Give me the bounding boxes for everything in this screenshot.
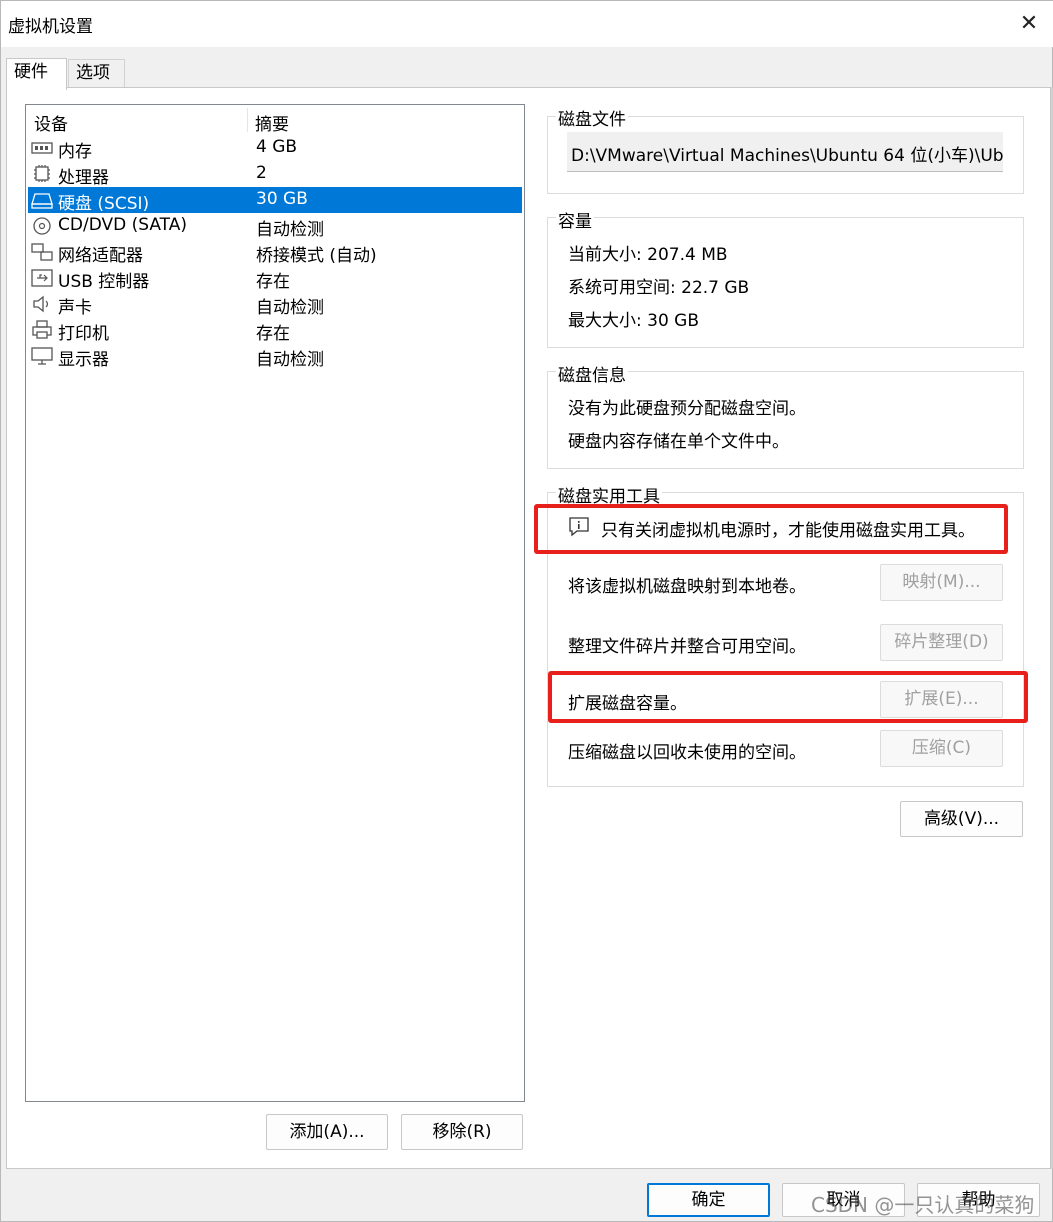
device-row-cd-dvd[interactable]: CD/DVD (SATA) 自动检测 [28,213,522,240]
network-adapter-icon [31,243,53,261]
speaker-icon [33,295,49,313]
device-name: USB 控制器 [58,272,150,292]
compact-disk-text: 压缩磁盘以回收未使用的空间。 [568,743,806,763]
device-row-memory[interactable]: 内存 4 GB [28,135,522,162]
disk-info-legend: 磁盘信息 [556,361,628,386]
device-row-display[interactable]: 显示器 自动检测 [28,343,522,370]
device-name: 网络适配器 [58,246,143,266]
printer-icon [32,320,52,339]
device-row-sound-card[interactable]: 声卡 自动检测 [28,291,522,318]
column-header-summary[interactable]: 摘要 [255,110,289,135]
csdn-watermark: CSDN @一只认真的菜狗 [811,1193,1035,1217]
window-title: 虚拟机设置 [8,17,93,37]
current-size-label: 当前大小: 207.4 MB [568,245,728,265]
device-row-network-adapter[interactable]: 网络适配器 桥接模式 (自动) [28,239,522,266]
defrag-text: 整理文件碎片并整合可用空间。 [568,637,806,657]
device-name: 内存 [58,142,92,162]
disk-info-line-1: 没有为此硬盘预分配磁盘空间。 [568,399,806,419]
close-icon[interactable]: ✕ [1011,7,1047,41]
remove-device-button[interactable]: 移除(R) [401,1114,523,1150]
device-summary: 自动检测 [256,220,324,240]
vm-settings-window: 虚拟机设置 ✕ 选项 硬件 设备 摘要 内存 4 GB 处理器 2 硬盘 (SC… [0,0,1053,1222]
advanced-button[interactable]: 高级(V)... [900,801,1023,837]
tab-hardware[interactable]: 硬件 [6,58,67,90]
column-header-device[interactable]: 设备 [34,110,68,135]
device-row-usb-controller[interactable]: USB 控制器 存在 [28,265,522,292]
cd-dvd-icon [33,217,51,235]
map-button[interactable]: 映射(M)... [880,564,1003,601]
cpu-icon [34,165,50,182]
hard-disk-icon [31,193,53,209]
device-summary: 桥接模式 (自动) [256,246,377,266]
highlight-box-expand [548,671,1028,723]
capacity-legend: 容量 [556,207,594,232]
ok-button[interactable]: 确定 [647,1183,770,1217]
device-summary: 30 GB [256,189,308,209]
add-device-button[interactable]: 添加(A)... [266,1114,388,1150]
disk-file-legend: 磁盘文件 [556,105,628,130]
device-summary: 2 [256,163,267,183]
device-name: 声卡 [58,298,92,318]
defragment-button[interactable]: 碎片整理(D) [880,624,1003,661]
device-name: 处理器 [58,168,109,188]
disk-info-line-2: 硬盘内容存储在单个文件中。 [568,432,789,452]
usb-icon [31,269,53,287]
memory-icon [31,142,53,154]
highlight-box-notice [534,504,1008,554]
device-list-header: 设备 摘要 [26,105,524,135]
title-bar: 虚拟机设置 ✕ [1,1,1053,47]
device-summary: 4 GB [256,137,298,157]
tab-options[interactable]: 选项 [68,59,125,87]
map-disk-text: 将该虚拟机磁盘映射到本地卷。 [568,577,806,597]
device-row-hard-disk[interactable]: 硬盘 (SCSI) 30 GB [28,187,522,214]
compact-button[interactable]: 压缩(C) [880,730,1003,767]
device-name: 打印机 [58,324,109,344]
device-row-processor[interactable]: 处理器 2 [28,161,522,188]
device-list[interactable]: 设备 摘要 内存 4 GB 处理器 2 硬盘 (SCSI) 30 GB CD/D… [25,104,525,1102]
device-name: 硬盘 (SCSI) [58,194,150,214]
system-free-space-label: 系统可用空间: 22.7 GB [568,278,750,298]
disk-file-path-text: D:\VMware\Virtual Machines\Ubuntu 64 位(小… [571,146,1003,166]
device-row-printer[interactable]: 打印机 存在 [28,317,522,344]
max-size-label: 最大大小: 30 GB [568,311,700,331]
disk-file-path-field[interactable]: D:\VMware\Virtual Machines\Ubuntu 64 位(小… [567,132,1003,172]
device-summary: 存在 [256,324,290,344]
device-summary: 自动检测 [256,350,324,370]
device-summary: 自动检测 [256,298,324,318]
device-name: 显示器 [58,350,109,370]
device-name: CD/DVD (SATA) [58,215,187,235]
column-separator[interactable] [247,108,248,132]
device-summary: 存在 [256,272,290,292]
monitor-icon [31,347,53,365]
